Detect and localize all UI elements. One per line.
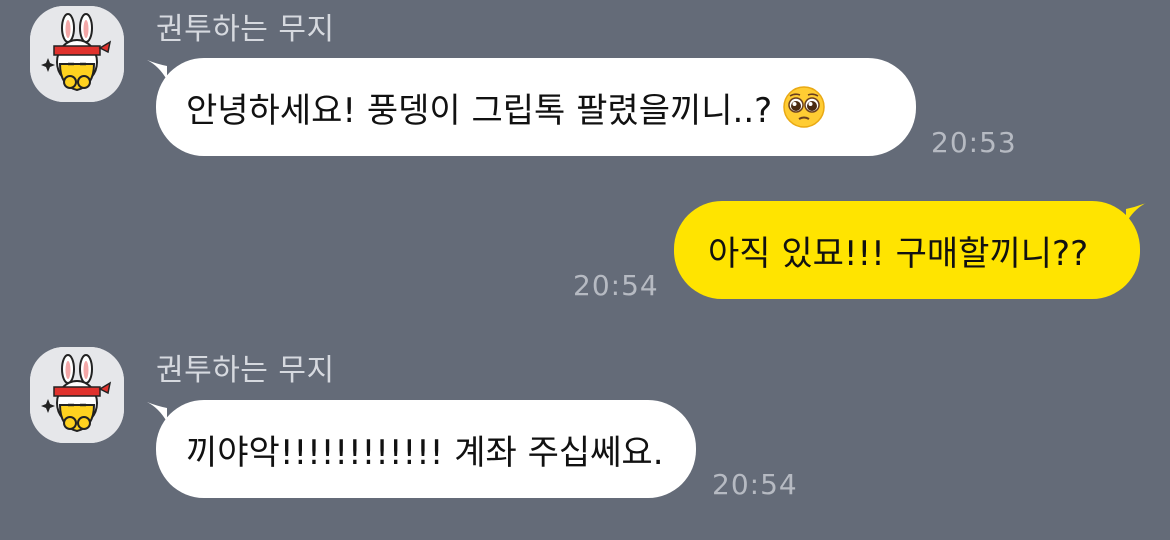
sender-name: 권투하는 무지 — [156, 12, 335, 47]
message-text: 끼야악!!!!!!!!!!!! 계좌 주십쎄요. — [186, 432, 664, 473]
message-text: 아직 있묘!!! 구매할끼니?? — [708, 233, 1089, 274]
chat-room: 권투하는 무지 안녕하세요! 풍뎅이 그립톡 팔렸을끼니..? 20:53 아직… — [0, 0, 1170, 540]
message-text: 안녕하세요! 풍뎅이 그립톡 팔렸을끼니..? — [186, 90, 773, 131]
bubble-tail — [147, 60, 167, 80]
message-bubble[interactable]: 끼야악!!!!!!!!!!!! 계좌 주십쎄요. — [156, 400, 696, 498]
muzi-boxing-avatar-icon[interactable] — [30, 6, 124, 102]
sender-name: 권투하는 무지 — [156, 353, 335, 388]
message-time: 20:54 — [573, 269, 659, 302]
message-time: 20:53 — [931, 126, 1017, 159]
message-time: 20:54 — [712, 468, 798, 501]
message-bubble[interactable]: 안녕하세요! 풍뎅이 그립톡 팔렸을끼니..? — [156, 58, 916, 156]
muzi-boxing-avatar-icon[interactable] — [30, 347, 124, 443]
message-bubble[interactable]: 아직 있묘!!! 구매할끼니?? — [674, 201, 1140, 299]
pleading-face-icon — [782, 85, 826, 129]
bubble-tail — [147, 402, 167, 422]
